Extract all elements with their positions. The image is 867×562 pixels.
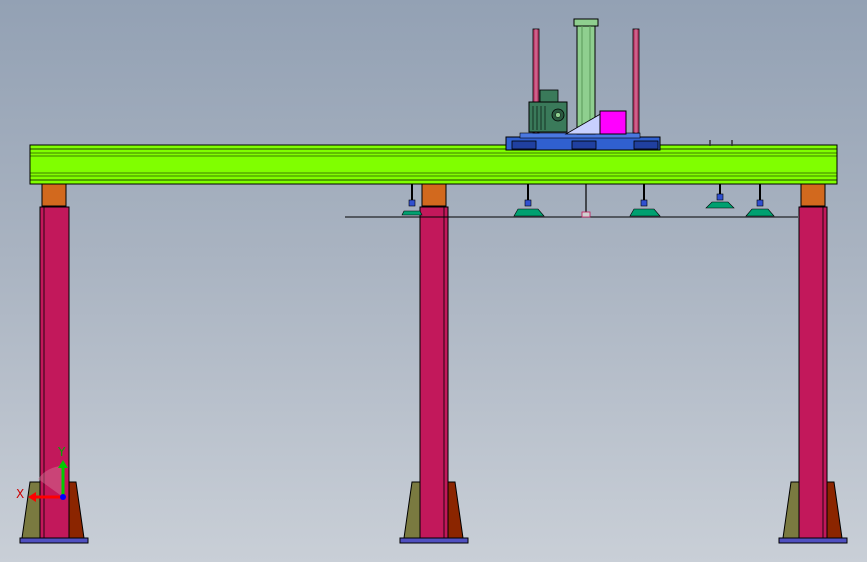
- suction-cup[interactable]: [705, 184, 735, 209]
- y-axis-label: Y: [57, 445, 66, 459]
- right-column-base-plate: [778, 537, 848, 544]
- left-column-cap: [41, 183, 67, 207]
- left-column-gusset-right: [68, 481, 85, 539]
- left-column-base-plate: [19, 537, 89, 544]
- carriage-wheel: [571, 140, 597, 150]
- x-axis-label: X: [16, 487, 24, 501]
- right-column[interactable]: [778, 183, 848, 544]
- middle-column-base-plate: [399, 537, 469, 544]
- right-column-gusset-right: [826, 481, 843, 539]
- suction-cup[interactable]: [513, 184, 545, 217]
- gantry-model-view[interactable]: X Y: [0, 0, 867, 562]
- middle-column[interactable]: [399, 183, 469, 544]
- suction-cup[interactable]: [581, 184, 591, 218]
- trolley-carriage[interactable]: [505, 132, 661, 151]
- suction-cup[interactable]: [401, 184, 423, 216]
- right-column-cap: [800, 183, 826, 207]
- suction-cup[interactable]: [745, 184, 775, 217]
- carriage-wheel: [511, 140, 537, 150]
- gantry-beam[interactable]: [29, 144, 838, 185]
- middle-column-cap: [421, 183, 447, 207]
- cad-viewport[interactable]: X Y: [0, 0, 867, 562]
- left-column-gusset-left: [21, 481, 41, 539]
- middle-column-gusset-right: [447, 481, 464, 539]
- carriage-wheel: [633, 140, 659, 150]
- gear-housing-block: [599, 110, 627, 135]
- lifting-cylinder[interactable]: [573, 18, 599, 135]
- z-axis-dot: [60, 494, 66, 500]
- suction-cup[interactable]: [629, 184, 661, 217]
- guide-rod-right: [632, 28, 640, 134]
- middle-column-gusset-left: [403, 481, 421, 539]
- right-column-gusset-left: [782, 481, 800, 539]
